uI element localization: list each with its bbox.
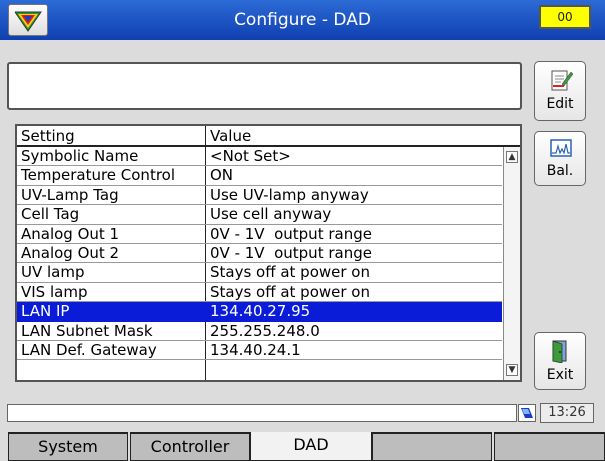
table-row[interactable]: VIS lamp Stays off at power on [17,282,502,303]
status-indicator: 00 [539,5,591,29]
network-icon [518,404,536,422]
scroll-down-arrow-icon[interactable]: ▼ [506,364,518,376]
table-row[interactable]: Cell Tag Use cell anyway [17,205,502,225]
status-bar [7,404,517,422]
setting-cell: Cell Tag [21,205,80,224]
setting-cell: LAN Subnet Mask [21,321,153,340]
value-cell: ON [210,166,234,185]
table-row[interactable]: Temperature Control ON [17,166,502,186]
main-menu-button[interactable] [8,4,48,36]
column-header-setting[interactable]: Setting [21,126,75,147]
vertical-scrollbar[interactable]: ▲ ▼ [503,147,520,380]
table-row-selected[interactable]: LAN IP 134.40.27.95 [17,302,502,322]
setting-cell: UV-Lamp Tag [21,185,119,204]
value-cell: Stays off at power on [210,282,370,301]
value-cell: Stays off at power on [210,263,370,282]
value-cell: 0V - 1V output range [210,224,372,243]
value-cell: Use cell anyway [210,205,332,224]
setting-cell: Analog Out 2 [21,243,120,262]
value-cell: 134.40.27.95 [210,302,311,321]
table-row[interactable]: LAN Def. Gateway 134.40.24.1 [17,340,502,361]
window-title: Configure - DAD [234,10,371,30]
table-rows: Symbolic Name <Not Set> Temperature Contr… [17,147,502,361]
bal-label: Bal. [546,163,574,179]
tab-system[interactable]: System [8,432,128,461]
value-cell: 0V - 1V output range [210,243,372,262]
tab-controller[interactable]: Controller [130,432,250,461]
tab-bar: System Controller DAD [0,432,605,461]
value-cell: <Not Set> [210,147,291,165]
column-header-value[interactable]: Value [210,126,251,147]
edit-button[interactable]: Edit [534,61,586,121]
setting-cell: Temperature Control [21,166,176,185]
scroll-up-arrow-icon[interactable]: ▲ [506,151,518,163]
clock: 13:26 [540,403,594,423]
balance-button[interactable]: Bal. [534,131,586,186]
network-glyph-icon [521,408,533,418]
title-bar: Configure - DAD 00 [0,0,605,40]
setting-cell: UV lamp [21,263,85,282]
table-row[interactable]: LAN Subnet Mask 255.255.248.0 [17,322,502,341]
value-cell: 255.255.248.0 [210,321,320,340]
message-box [7,62,522,110]
table-row[interactable]: UV lamp Stays off at power on [17,263,502,283]
exit-button[interactable]: Exit [534,332,586,390]
chromatogram-icon [550,139,572,157]
edit-label: Edit [546,96,574,112]
tab-empty-2[interactable] [494,432,605,461]
tab-dad[interactable]: DAD [250,432,372,461]
tab-empty-1[interactable] [372,432,492,461]
table-row[interactable]: Analog Out 1 0V - 1V output range [17,225,502,244]
setting-cell: VIS lamp [21,282,88,301]
door-exit-icon [552,340,567,363]
logo-icon [14,11,42,32]
value-cell: 134.40.24.1 [210,340,301,359]
table-row[interactable]: UV-Lamp Tag Use UV-lamp anyway [17,185,502,206]
setting-cell: LAN IP [21,302,70,321]
exit-label: Exit [546,367,574,383]
setting-cell: LAN Def. Gateway [21,340,157,359]
settings-table: Setting Value Symbolic Name <Not Set> Tem… [15,124,522,382]
table-row[interactable]: Symbolic Name <Not Set> [17,147,502,167]
setting-cell: Symbolic Name [21,147,139,165]
edit-icon [551,70,573,91]
value-cell: Use UV-lamp anyway [210,185,369,204]
setting-cell: Analog Out 1 [21,224,120,243]
table-header: Setting Value [17,126,520,147]
table-row[interactable]: Analog Out 2 0V - 1V output range [17,243,502,264]
